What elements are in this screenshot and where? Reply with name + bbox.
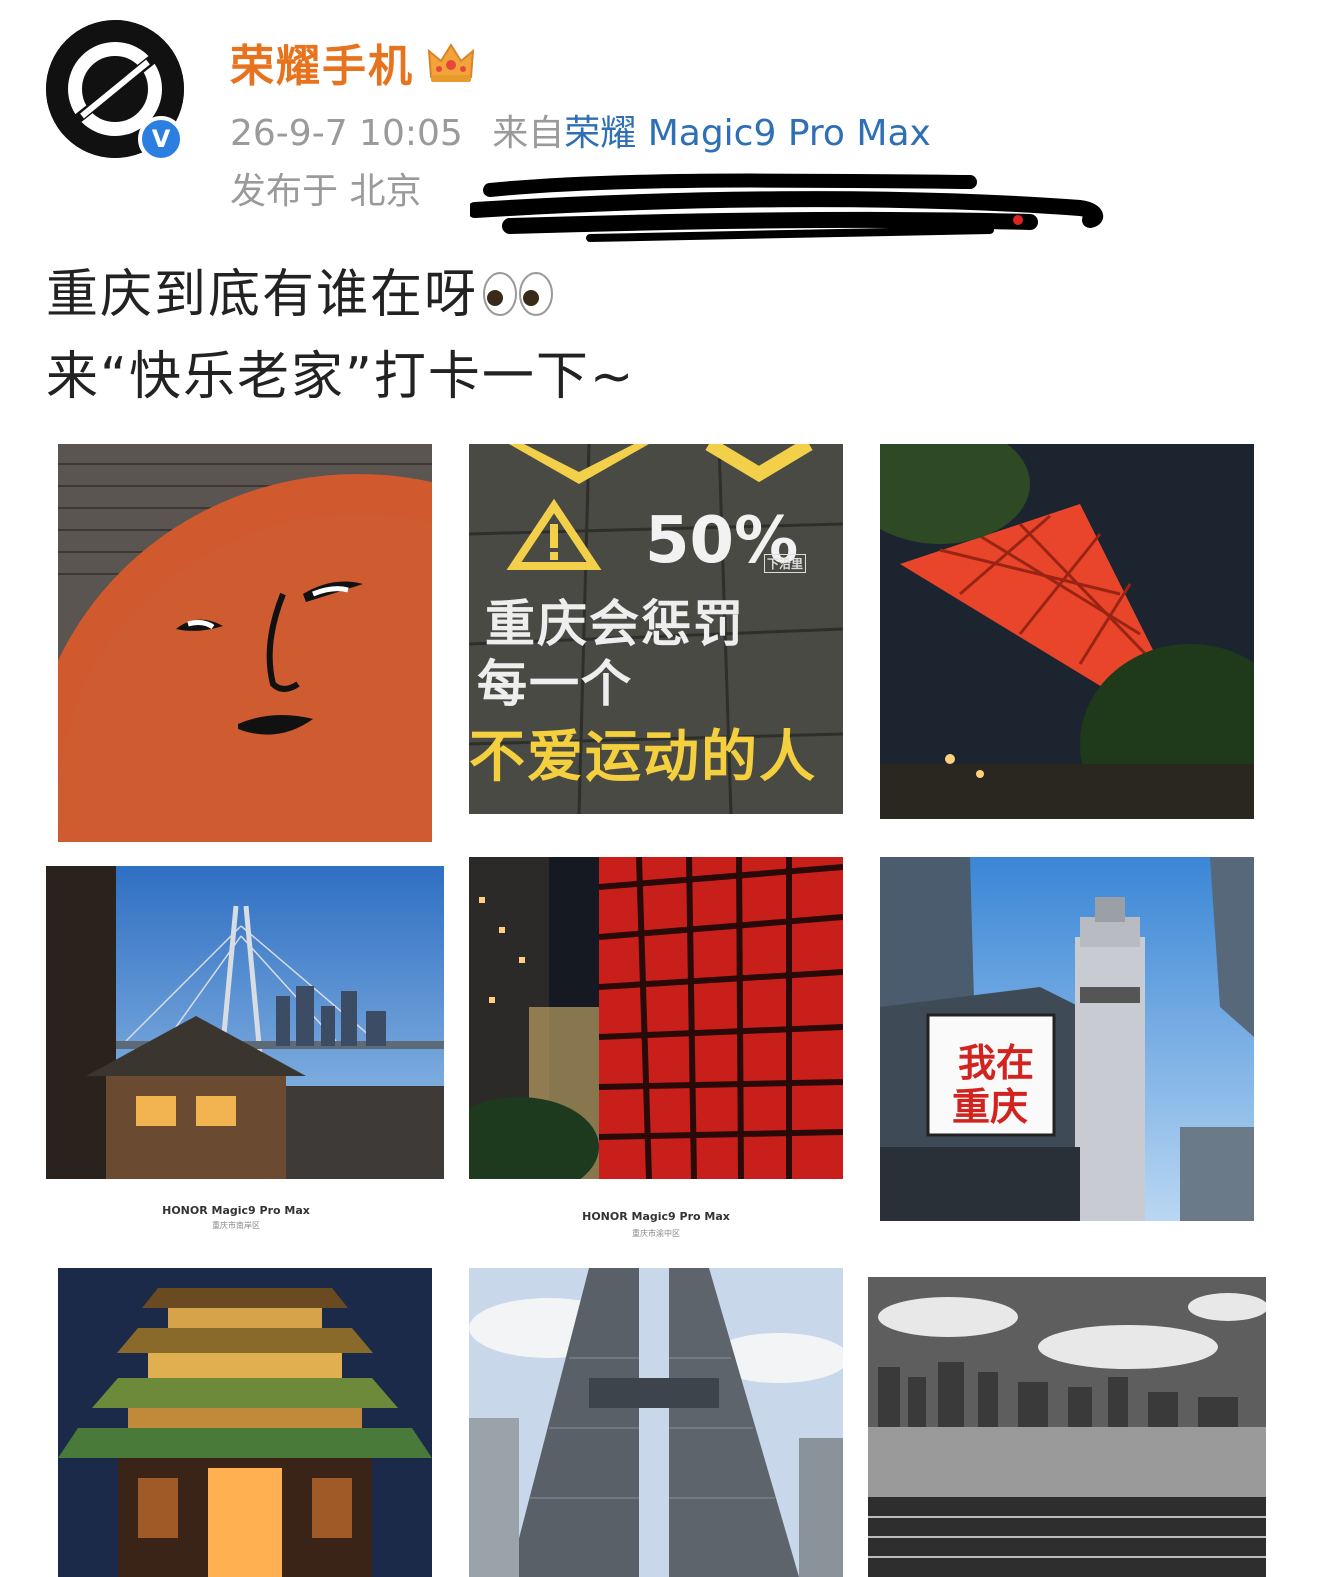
billboard-line2: 重庆 [952, 1084, 1029, 1129]
photo-red-roof-night[interactable] [880, 444, 1254, 819]
verified-badge: V [138, 116, 184, 162]
photo-road-sign[interactable]: 50% 下沿里 重庆会惩罚 每一个 不爱运动的人 [469, 444, 843, 814]
billboard-line1: 我在 [958, 1040, 1035, 1085]
road-sign-line3: 不爱运动的人 [469, 725, 817, 790]
photo-pavilion[interactable] [58, 1268, 432, 1577]
account-name[interactable]: 荣耀手机 [230, 30, 476, 94]
subcaption-bridge: 重庆市南岸区 [212, 1221, 260, 1230]
eyes-icon [483, 272, 554, 316]
account-name-text[interactable]: 荣耀手机 [230, 30, 414, 94]
photo-red-lattice[interactable] [469, 857, 843, 1179]
redaction-scribble [470, 173, 1104, 242]
red-roof-night-image [880, 444, 1254, 819]
crown-icon [427, 43, 475, 82]
photo-face-mural[interactable] [58, 444, 432, 842]
device-link[interactable]: 荣耀 Magic9 Pro Max [564, 113, 931, 154]
post-datetime: 26-9-7 10:05 [230, 113, 463, 154]
raffles-city-image [469, 1268, 843, 1577]
face-mural-image [58, 444, 432, 842]
caption-red: HONOR Magic9 Pro Max [582, 1210, 730, 1223]
riverside-bw-image [868, 1277, 1266, 1577]
road-sign-line2: 每一个 [477, 655, 633, 713]
post-meta: 26-9-7 10:05 来自荣耀 Magic9 Pro Max [230, 104, 931, 156]
pavilion-image [58, 1268, 432, 1577]
photo-riverside-bw[interactable] [868, 1277, 1266, 1577]
photo-bridge-dusk[interactable] [46, 866, 444, 1179]
red-lattice-image [469, 857, 843, 1179]
road-sign-tag: 下沿里 [764, 554, 807, 573]
post-location: 发布于 北京 [230, 171, 422, 212]
post-text-line2: 来“快乐老家”打卡一下~ [46, 347, 636, 407]
photo-jiefangbei[interactable]: 我在 重庆 [880, 857, 1254, 1221]
jiefangbei-image [880, 857, 1254, 1221]
post-text-line1-content: 重庆到底有谁在呀 [46, 265, 479, 325]
bridge-dusk-image [46, 866, 444, 1179]
subcaption-red: 重庆市渝中区 [632, 1229, 680, 1238]
caption-bridge: HONOR Magic9 Pro Max [162, 1204, 310, 1217]
via-prefix: 来自 [492, 113, 565, 154]
photo-raffles-city[interactable] [469, 1268, 843, 1577]
post-text-line1: 重庆到底有谁在呀 [46, 252, 556, 327]
